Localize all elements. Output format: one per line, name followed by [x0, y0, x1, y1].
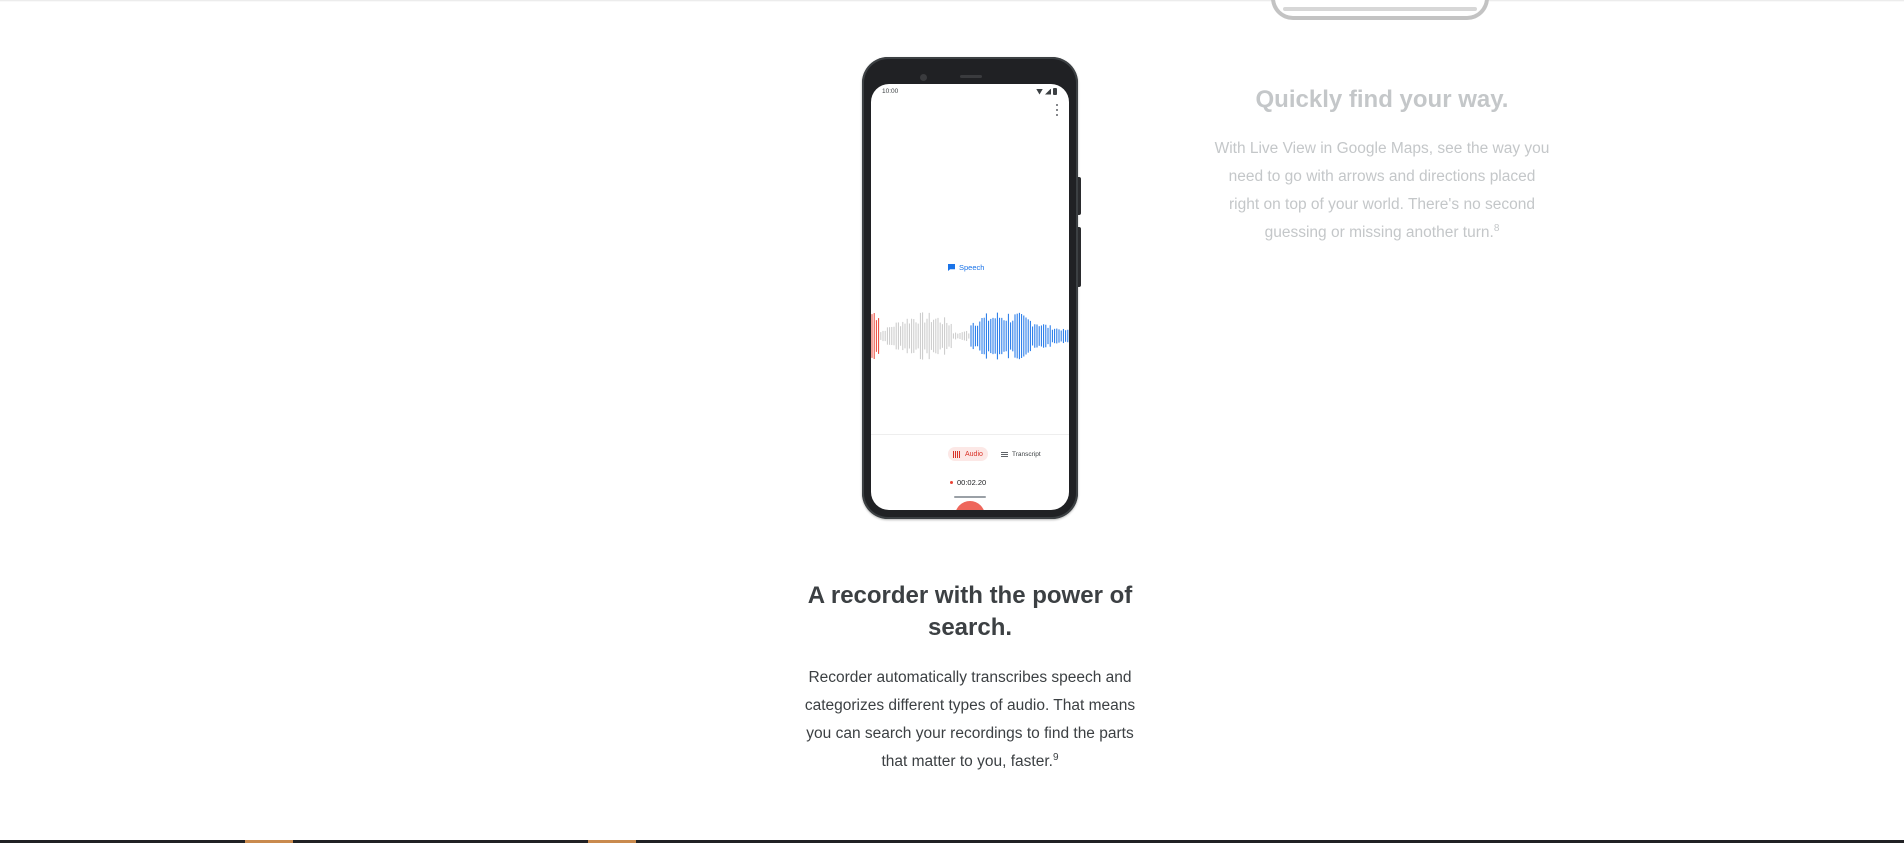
phone-power-button [1078, 227, 1081, 287]
audio-waveform [871, 312, 1069, 360]
status-icons [1036, 88, 1057, 95]
maps-description: With Live View in Google Maps, see the w… [1212, 135, 1552, 247]
home-indicator [954, 496, 986, 498]
phone-camera [920, 74, 927, 81]
speech-label: Speech [959, 263, 985, 272]
recording-timer: 00:02.20 [950, 478, 986, 487]
maps-footnote-link[interactable]: 8 [1494, 223, 1500, 234]
recorder-heading: A recorder with the power of search. [807, 582, 1133, 641]
wifi-icon [1036, 88, 1043, 95]
phone-screen: 10:00 Speech Audio Transcript 00:02.20 [871, 84, 1069, 510]
signal-icon [1045, 88, 1051, 95]
tab-audio[interactable]: Audio [948, 447, 988, 461]
audio-wave-icon [953, 450, 961, 458]
speech-chip: Speech [948, 263, 984, 272]
battery-icon [1053, 88, 1057, 95]
header-shadow [0, 0, 1904, 2]
pause-button[interactable] [955, 501, 985, 510]
page: 10:00 Speech Audio Transcript 00:02.20 A… [0, 0, 1904, 843]
timer-value: 00:02.20 [957, 478, 987, 487]
status-bar: 10:00 [871, 84, 1069, 98]
more-vert-icon[interactable] [1055, 104, 1059, 116]
maps-device-image [1271, 0, 1489, 20]
tab-transcript-label: Transcript [1012, 450, 1041, 458]
controls-divider [871, 434, 1069, 435]
recording-dot-icon [950, 481, 953, 484]
tab-transcript[interactable]: Transcript [1001, 447, 1041, 461]
recorder-footnote-link[interactable]: 9 [1053, 752, 1059, 763]
maps-device-edge [1283, 7, 1477, 11]
recorder-description: Recorder automatically transcribes speec… [795, 664, 1145, 776]
phone-mockup: 10:00 Speech Audio Transcript 00:02.20 [862, 57, 1081, 519]
tab-audio-label: Audio [965, 450, 983, 458]
speech-flag-icon [948, 264, 955, 271]
status-time: 10:00 [882, 88, 899, 95]
phone-volume-button [1078, 177, 1081, 215]
recorder-description-text: Recorder automatically transcribes speec… [804, 669, 1136, 770]
maps-heading: Quickly find your way. [1255, 86, 1509, 113]
transcript-lines-icon [1001, 451, 1008, 457]
phone-speaker [960, 75, 982, 78]
